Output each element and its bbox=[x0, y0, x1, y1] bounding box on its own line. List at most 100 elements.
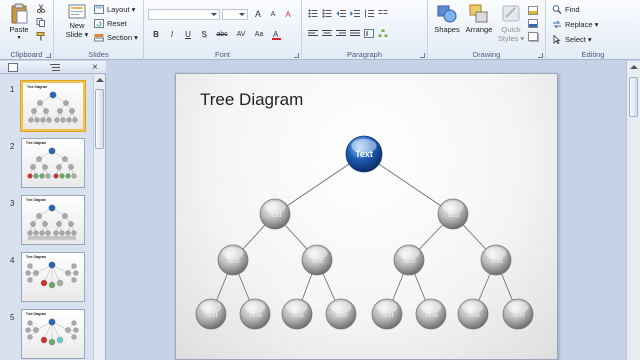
shapes-button[interactable]: Shapes bbox=[432, 3, 462, 34]
underline-button[interactable]: U bbox=[182, 29, 194, 40]
change-case-button[interactable]: Aa bbox=[252, 29, 266, 40]
grow-font-button[interactable]: A bbox=[252, 9, 264, 20]
slide-thumbnail[interactable]: Tree Diagram bbox=[21, 309, 85, 359]
tree-node[interactable]: Text bbox=[480, 244, 512, 276]
font-size-combo[interactable] bbox=[222, 9, 248, 20]
reset-label: Reset bbox=[107, 19, 127, 28]
text-direction-icon[interactable] bbox=[364, 29, 374, 38]
scroll-up-icon[interactable] bbox=[96, 78, 104, 82]
find-button[interactable]: Find bbox=[552, 5, 580, 14]
slides-tab[interactable] bbox=[8, 63, 18, 72]
tree-node[interactable]: Text bbox=[259, 198, 291, 230]
drawing-launcher-icon[interactable] bbox=[538, 53, 543, 58]
tree-node[interactable]: Text bbox=[239, 298, 271, 330]
smartart-icon[interactable] bbox=[378, 29, 388, 38]
root-node[interactable]: Text bbox=[345, 135, 383, 173]
close-panel-button[interactable]: × bbox=[92, 63, 102, 73]
node-label: Text bbox=[335, 312, 348, 319]
slide-thumbnail[interactable]: Tree Diagram bbox=[21, 252, 85, 302]
slide-number: 5 bbox=[10, 313, 15, 322]
tree-diagram[interactable]: Text Text Text Text Text Text Text Text Text Text… bbox=[176, 74, 558, 360]
paragraph-launcher-icon[interactable] bbox=[420, 53, 425, 58]
slide-thumbnail-row-4[interactable]: 4 Tree Diagram bbox=[0, 252, 92, 308]
tree-node[interactable]: Text bbox=[457, 298, 489, 330]
shape-fill-icon[interactable] bbox=[528, 6, 538, 15]
thumbnail-node bbox=[36, 156, 42, 162]
shadow-button[interactable]: S bbox=[198, 29, 210, 40]
slide-thumbnail[interactable]: Tree Diagram bbox=[21, 81, 85, 131]
new-slide-label-2: Slide ▾ bbox=[65, 30, 89, 39]
thumbnail-tree-icon bbox=[25, 261, 79, 289]
line-spacing-icon[interactable] bbox=[364, 9, 374, 18]
columns-icon[interactable] bbox=[378, 9, 388, 18]
drawing-group-label: Drawing bbox=[472, 50, 501, 59]
layout-button[interactable]: Layout ▾ bbox=[94, 5, 135, 14]
reset-button[interactable]: Reset bbox=[94, 19, 127, 28]
format-painter-button[interactable] bbox=[36, 32, 46, 41]
arrange-button[interactable]: Arrange bbox=[464, 3, 494, 34]
italic-button[interactable]: I bbox=[166, 29, 178, 40]
tree-node[interactable]: Text bbox=[325, 298, 357, 330]
slide-thumbnail-row-3[interactable]: 3 Tree Diagram bbox=[0, 195, 92, 251]
shape-effects-icon[interactable] bbox=[528, 32, 538, 41]
decrease-indent-icon[interactable] bbox=[336, 9, 346, 18]
cut-button[interactable] bbox=[36, 4, 46, 13]
paragraph-group-label: Paragraph bbox=[346, 50, 383, 59]
thumbnail-node bbox=[71, 334, 77, 340]
tree-node[interactable]: Text bbox=[195, 298, 227, 330]
scroll-up-icon[interactable] bbox=[630, 65, 638, 69]
tree-node[interactable]: Text bbox=[301, 244, 333, 276]
bullets-icon[interactable] bbox=[308, 9, 318, 18]
tree-node[interactable]: Text bbox=[217, 244, 249, 276]
slide-editor: Tree Diagram Text Text Text Text Text Text Tex… bbox=[107, 61, 626, 360]
font-launcher-icon[interactable] bbox=[294, 53, 299, 58]
node-label: Text bbox=[381, 312, 394, 319]
slide-canvas[interactable]: Tree Diagram Text Text Text Text Text Text Tex… bbox=[175, 73, 558, 360]
quick-styles-button[interactable]: Quick Styles ▾ bbox=[496, 3, 526, 43]
thumbnail-node bbox=[71, 263, 77, 269]
thumbnail-node bbox=[71, 320, 77, 326]
tree-node[interactable]: Text bbox=[502, 298, 534, 330]
slide-thumbnail-row-5[interactable]: 5 Tree Diagram bbox=[0, 309, 92, 360]
justify-icon[interactable] bbox=[350, 29, 360, 38]
thumbnail-node bbox=[33, 327, 39, 333]
clipboard-launcher-icon[interactable] bbox=[46, 53, 51, 58]
thumbnail-node bbox=[43, 108, 49, 114]
increase-indent-icon[interactable] bbox=[350, 9, 360, 18]
slide-thumbnail-row-2[interactable]: 2 Tree Diagram bbox=[0, 138, 92, 194]
outline-tab[interactable] bbox=[50, 63, 60, 72]
slide-scrollbar[interactable] bbox=[626, 61, 640, 360]
thumbnail-scrollbar[interactable] bbox=[93, 75, 105, 360]
thumbnail-node bbox=[34, 117, 40, 123]
shrink-font-button[interactable]: A bbox=[267, 9, 279, 20]
font-family-combo[interactable] bbox=[148, 9, 220, 20]
bold-button[interactable]: B bbox=[150, 29, 162, 40]
paste-button[interactable]: Paste ▾ bbox=[6, 3, 32, 41]
numbering-icon[interactable] bbox=[322, 9, 332, 18]
character-spacing-button[interactable]: AV bbox=[234, 29, 248, 40]
slide-thumbnail-row-1[interactable]: 1 Tree Diagram bbox=[0, 81, 92, 137]
tree-node[interactable]: Text bbox=[393, 244, 425, 276]
select-button[interactable]: Select ▾ bbox=[552, 35, 592, 44]
align-center-icon[interactable] bbox=[322, 29, 332, 38]
slide-thumbnail[interactable]: Tree Diagram bbox=[21, 195, 85, 245]
scrollbar-thumb[interactable] bbox=[629, 77, 638, 117]
shape-outline-icon[interactable] bbox=[528, 19, 538, 28]
copy-button[interactable] bbox=[36, 18, 46, 27]
align-left-icon[interactable] bbox=[308, 29, 318, 38]
paste-dropdown-icon[interactable]: ▾ bbox=[6, 34, 32, 41]
tree-node[interactable]: Text bbox=[281, 298, 313, 330]
tree-node[interactable]: Text bbox=[371, 298, 403, 330]
slide-thumbnail[interactable]: Tree Diagram bbox=[21, 138, 85, 188]
clear-formatting-button[interactable]: A bbox=[282, 9, 294, 20]
scrollbar-thumb[interactable] bbox=[95, 89, 104, 149]
replace-button[interactable]: Replace ▾ bbox=[552, 20, 598, 29]
new-slide-button[interactable]: New Slide ▾ bbox=[62, 3, 92, 39]
section-button[interactable]: Section ▾ bbox=[94, 33, 138, 42]
tree-node[interactable]: Text bbox=[415, 298, 447, 330]
tree-node[interactable]: Text bbox=[437, 198, 469, 230]
font-color-button[interactable]: A bbox=[270, 29, 284, 40]
slide-number: 3 bbox=[10, 199, 15, 208]
align-right-icon[interactable] bbox=[336, 29, 346, 38]
strikethrough-button[interactable]: abc bbox=[214, 29, 230, 40]
